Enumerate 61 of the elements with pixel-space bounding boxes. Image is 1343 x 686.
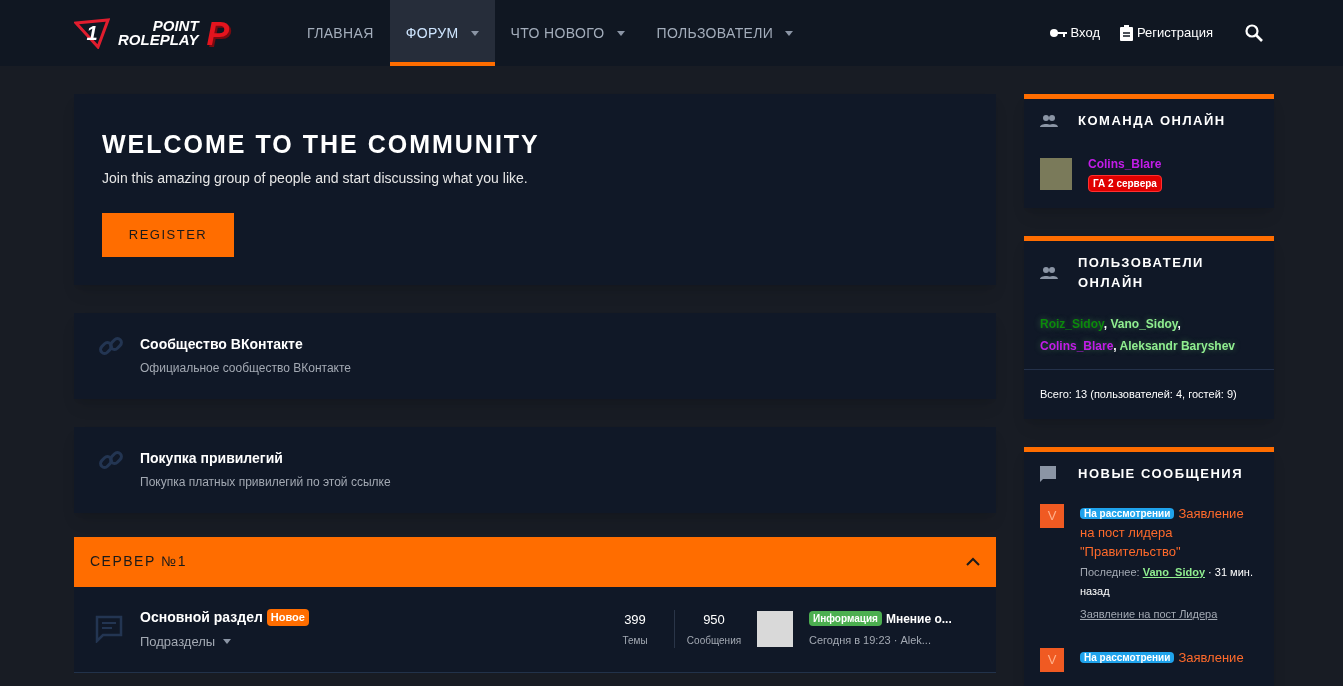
stat-value: 950 [703, 610, 725, 629]
thread-link[interactable]: На рассмотрении Заявление на пост лидера "Правительство" [1080, 503, 1258, 561]
category-title[interactable]: СЕРВЕР №1 [90, 551, 187, 572]
collapse-toggle[interactable] [966, 557, 980, 566]
avatar-photo-placeholder [1040, 157, 1072, 190]
last-post-meta: Последнее: Vano_Sidoy · 31 мин. назад [1080, 564, 1254, 599]
prefix-label: На рассмотрении [1080, 651, 1175, 663]
speech-bubble-icon [1040, 465, 1056, 482]
caret-icon [223, 639, 232, 644]
link-title[interactable]: Сообщество ВКонтакте [140, 334, 351, 355]
last-post-meta: Сегодня в 19:23 · Alek... [809, 632, 932, 648]
link-card[interactable]: Покупка привилегий Покупка платных привилегий по этой ссылке [74, 426, 996, 513]
clipboard-icon [1120, 25, 1133, 41]
user-link[interactable]: Roiz_Sidoy [1040, 317, 1104, 331]
nav-tab[interactable]: ЧТО НОВОГО [494, 0, 641, 66]
forum-title[interactable]: Основной раздел [140, 606, 263, 628]
subforums-toggle[interactable]: Подразделы [140, 631, 232, 652]
users-icon [1040, 115, 1058, 127]
register-button[interactable]: REGISTER [102, 212, 234, 257]
user-link[interactable]: Vano_Sidoy [1142, 565, 1206, 578]
prefix-label: На рассмотрении [1080, 507, 1175, 519]
user-link[interactable]: Aleksandr Baryshev [1119, 339, 1235, 353]
link-description: Официальное сообщество ВКонтакте [140, 360, 351, 377]
chat-bubble-icon [94, 615, 124, 643]
online-total: Всего: 13 (пользователей: 4, гостей: 9) [1039, 387, 1238, 402]
logo-letter: P [206, 16, 230, 50]
avatar-photo-placeholder [757, 611, 793, 647]
avatar-letter: V [1040, 647, 1064, 672]
logo-text: ROLEPLAY [118, 33, 199, 47]
stat-value: 399 [624, 610, 646, 629]
prefix-label: Информация [809, 611, 882, 627]
avatar-letter: V [1040, 503, 1064, 528]
stat-label: Темы [622, 634, 648, 649]
stat-label: Сообщения [686, 634, 742, 649]
welcome-title: WELCOME TO THE COMMUNITY [102, 129, 541, 160]
panel-title: НОВЫЕ СООБЩЕНИЯ [1078, 464, 1245, 483]
forum-link[interactable]: Заявление на пост Лидера [1080, 604, 1258, 624]
panel-title: КОМАНДА ОНЛАЙН [1078, 112, 1227, 130]
link-card[interactable]: Сообщество ВКонтакте Официальное сообщество ВКонтакте [74, 312, 996, 399]
nav-tab[interactable]: ГЛАВНАЯ [291, 0, 390, 66]
last-thread-title[interactable]: Мнение о... [885, 609, 952, 628]
search-icon [1245, 24, 1263, 42]
link-title[interactable]: Покупка привилегий [140, 448, 391, 469]
role-badge: ГА 2 сервера [1088, 175, 1162, 192]
login-link[interactable]: Вход [1048, 23, 1100, 43]
welcome-text: Join this amazing group of people and start discussing what you like. [102, 168, 529, 188]
link-description: Покупка платных привилегий по этой ссылке [140, 474, 391, 491]
logo-text: POINT [152, 19, 199, 33]
nav-tab[interactable]: ФОРУМ [389, 0, 495, 66]
register-link[interactable]: Регистрация [1120, 23, 1213, 43]
nav-tab[interactable]: ПОЛЬЗОВАТЕЛИ [640, 0, 810, 66]
user-link[interactable]: Colins_Blare [1088, 155, 1162, 173]
user-link[interactable]: Vano_Sidoy [1110, 317, 1178, 331]
panel-title: ПОЛЬЗОВАТЕЛИ ОНЛАЙН [1078, 254, 1205, 292]
users-icon [1040, 267, 1058, 279]
logo-number: 1 [86, 21, 98, 46]
thread-link[interactable]: На рассмотрении Заявление [1080, 647, 1244, 667]
key-icon [1048, 28, 1067, 38]
online-users-list: Roiz_Sidoy, Vano_Sidoy, Colins_Blare, Aleksandr Baryshev [1024, 305, 1274, 370]
search-button[interactable] [1245, 24, 1263, 42]
new-badge: Новое [266, 609, 309, 626]
